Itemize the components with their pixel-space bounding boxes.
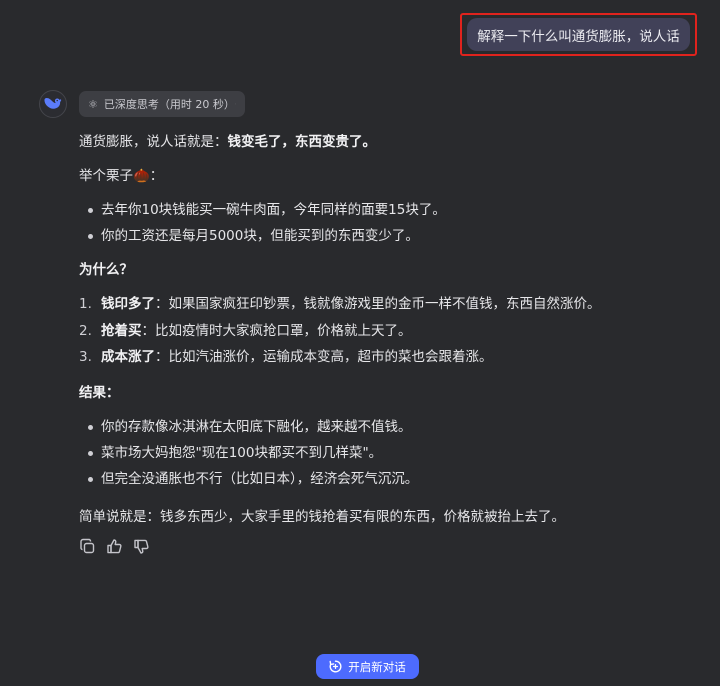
answer-summary: 简单说就是：钱多东西少，大家手里的钱抢着买有限的东西，价格就被抬上去了。	[79, 509, 565, 525]
reason-bold: 抢着买	[101, 322, 142, 339]
assistant-avatar	[39, 90, 67, 118]
list-item: 1. 钱印多了：如果国家疯狂印钞票，钱就像游戏里的金币一样不值钱，东西自然涨价。	[79, 294, 601, 314]
intro-bold-text: 钱变毛了，东西变贵了。	[227, 134, 377, 150]
new-chat-button[interactable]: 开启新对话	[316, 654, 419, 679]
message-actions	[79, 538, 150, 555]
whale-logo-icon	[44, 98, 62, 109]
why-heading-text: 为什么？	[79, 262, 133, 278]
example-label: 举个栗子🌰：	[79, 168, 164, 184]
result-heading-text: 结果：	[79, 385, 120, 401]
list-item: 菜市场大妈抱怨"现在100块都买不到几样菜"。	[79, 443, 418, 463]
thumbs-down-icon[interactable]	[133, 538, 150, 555]
copy-icon[interactable]	[79, 538, 96, 555]
list-number: 2.	[79, 322, 92, 339]
reason-text: ：如果国家疯狂印钞票，钱就像游戏里的金币一样不值钱，东西自然涨价。	[155, 296, 601, 312]
list-number: 1.	[79, 296, 92, 312]
atom-icon: ⚛	[88, 97, 98, 111]
reason-bold: 钱印多了	[101, 296, 155, 312]
why-heading: 为什么？	[79, 260, 133, 280]
reason-text: ：比如疫情时大家疯抢口罩，价格就上天了。	[141, 322, 412, 339]
answer-intro: 通货膨胀，说人话就是：钱变毛了，东西变贵了。	[79, 132, 376, 152]
result-heading: 结果：	[79, 383, 120, 403]
list-item: 2. 抢着买：比如疫情时大家疯抢口罩，价格就上天了。	[79, 321, 601, 341]
list-item: 你的工资还是每月5000块，但能买到的东西变少了。	[79, 226, 446, 246]
thumbs-up-icon[interactable]	[106, 538, 123, 555]
list-item: 但完全没通胀也不行（比如日本），经济会死气沉沉。	[79, 469, 418, 489]
intro-text: 通货膨胀，说人话就是：	[79, 134, 228, 150]
reason-bold: 成本涨了	[101, 349, 155, 365]
new-chat-label: 开启新对话	[348, 659, 406, 674]
reason-list: 1. 钱印多了：如果国家疯狂印钞票，钱就像游戏里的金币一样不值钱，东西自然涨价。 …	[79, 294, 601, 374]
result-list: 你的存款像冰淇淋在太阳底下融化，越来越不值钱。 菜市场大妈抱怨"现在100块都买…	[79, 417, 418, 495]
new-chat-icon	[329, 660, 342, 673]
user-message: 解释一下什么叫通货膨胀，说人话	[467, 18, 690, 51]
deep-thinking-toggle[interactable]: ⚛ 已深度思考（用时 20 秒）	[79, 91, 245, 117]
list-item: 3. 成本涨了：比如汽油涨价，运输成本变高，超市的菜也会跟着涨。	[79, 347, 601, 367]
thinking-label: 已深度思考（用时 20 秒）	[103, 98, 235, 111]
list-item: 去年你10块钱能买一碗牛肉面，今年同样的面要15块了。	[79, 200, 446, 220]
reason-text: ：比如汽油涨价，运输成本变高，超市的菜也会跟着涨。	[155, 349, 493, 365]
list-item: 你的存款像冰淇淋在太阳底下融化，越来越不值钱。	[79, 417, 418, 437]
list-number: 3.	[79, 349, 92, 365]
chevron-down-icon	[235, 103, 236, 105]
example-list: 去年你10块钱能买一碗牛肉面，今年同样的面要15块了。 你的工资还是每月5000…	[79, 200, 446, 252]
user-message-highlight: 解释一下什么叫通货膨胀，说人话	[460, 13, 697, 56]
